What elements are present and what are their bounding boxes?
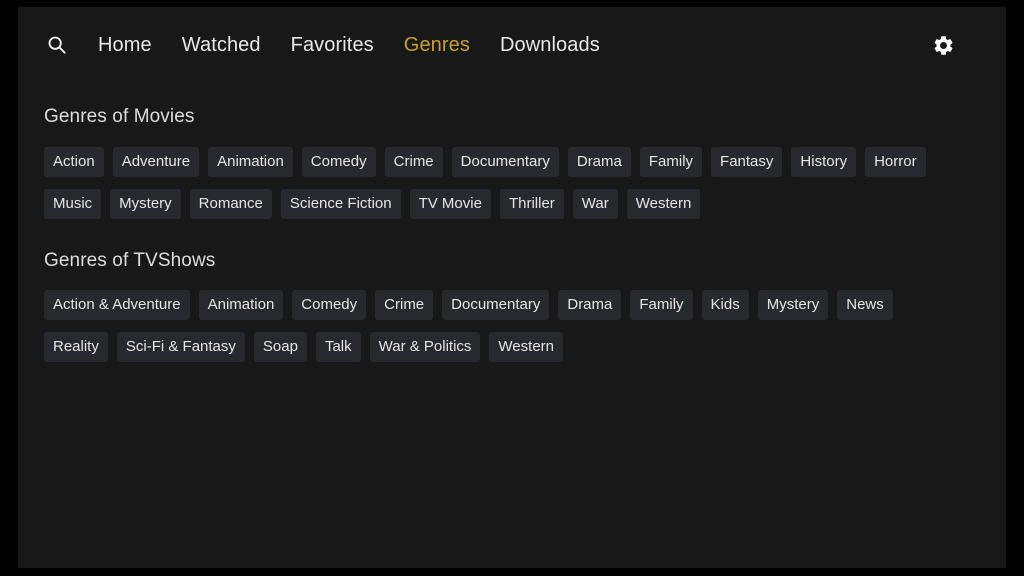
genre-chip[interactable]: Kids xyxy=(701,290,749,320)
genre-chip[interactable]: Romance xyxy=(189,189,272,219)
nav-item-watched[interactable]: Watched xyxy=(182,35,261,55)
top-navigation-bar: Home Watched Favorites Genres Downloads xyxy=(18,7,1006,83)
genre-chip[interactable]: Talk xyxy=(315,332,361,362)
section-movies: Genres of Movies Action Adventure Animat… xyxy=(44,107,1006,219)
genre-chip[interactable]: Crime xyxy=(375,290,434,320)
genre-chip[interactable]: Documentary xyxy=(442,290,550,320)
genre-chip[interactable]: Family xyxy=(639,147,703,177)
genre-chip[interactable]: Western xyxy=(489,332,563,362)
genre-chip-list-movies: Action Adventure Animation Comedy Crime … xyxy=(44,147,949,219)
genre-chip-list-tvshows: Action & Adventure Animation Comedy Crim… xyxy=(44,290,949,362)
genre-chip[interactable]: Action xyxy=(44,147,104,177)
nav-item-favorites[interactable]: Favorites xyxy=(291,35,374,55)
genre-chip[interactable]: Comedy xyxy=(292,290,367,320)
genre-chip[interactable]: Thriller xyxy=(499,189,564,219)
content-area: Genres of Movies Action Adventure Animat… xyxy=(18,107,1006,362)
search-icon[interactable] xyxy=(38,26,76,64)
genre-chip[interactable]: Animation xyxy=(208,147,293,177)
section-title-movies: Genres of Movies xyxy=(44,106,195,127)
app-window: Home Watched Favorites Genres Downloads … xyxy=(18,7,1006,568)
section-title-tvshows: Genres of TVShows xyxy=(44,250,216,271)
genre-chip[interactable]: Sci-Fi & Fantasy xyxy=(116,332,245,362)
genre-chip[interactable]: Drama xyxy=(558,290,622,320)
genre-chip[interactable]: Drama xyxy=(567,147,631,177)
genre-chip[interactable]: Mystery xyxy=(757,290,829,320)
genre-chip[interactable]: News xyxy=(837,290,893,320)
nav-item-downloads[interactable]: Downloads xyxy=(500,35,600,55)
nav-links: Home Watched Favorites Genres Downloads xyxy=(98,35,600,55)
genre-chip[interactable]: History xyxy=(791,147,857,177)
genre-chip[interactable]: War & Politics xyxy=(369,332,481,362)
genre-chip[interactable]: Documentary xyxy=(451,147,559,177)
genre-chip[interactable]: Comedy xyxy=(301,147,376,177)
genre-chip[interactable]: Action & Adventure xyxy=(44,290,190,320)
genre-chip[interactable]: Reality xyxy=(44,332,108,362)
genre-chip[interactable]: Crime xyxy=(384,147,443,177)
genre-chip[interactable]: Music xyxy=(44,189,102,219)
genre-chip[interactable]: Horror xyxy=(865,147,926,177)
genre-chip[interactable]: TV Movie xyxy=(409,189,491,219)
nav-item-genres[interactable]: Genres xyxy=(404,35,470,55)
screen: Home Watched Favorites Genres Downloads … xyxy=(0,0,1024,576)
genre-chip[interactable]: Family xyxy=(630,290,693,320)
genre-chip[interactable]: Mystery xyxy=(110,189,181,219)
genre-chip[interactable]: Animation xyxy=(198,290,284,320)
genre-chip[interactable]: War xyxy=(572,189,618,219)
nav-item-home[interactable]: Home xyxy=(98,35,152,55)
genre-chip[interactable]: Science Fiction xyxy=(280,189,401,219)
section-tvshows: Genres of TVShows Action & Adventure Ani… xyxy=(44,251,1006,362)
genre-chip[interactable]: Soap xyxy=(253,332,307,362)
genre-chip[interactable]: Western xyxy=(626,189,701,219)
genre-chip[interactable]: Fantasy xyxy=(711,147,783,177)
gear-icon[interactable] xyxy=(922,24,964,66)
genre-chip[interactable]: Adventure xyxy=(112,147,200,177)
